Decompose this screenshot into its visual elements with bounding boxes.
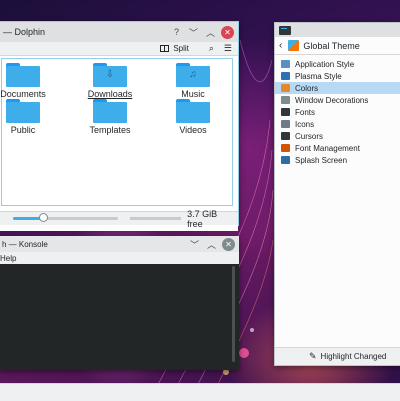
system-settings-icon [279, 25, 291, 35]
close-icon[interactable]: ✕ [221, 25, 234, 39]
settings-item-label: Application Style [295, 59, 355, 69]
cursors-icon [281, 132, 290, 140]
back-arrow-icon[interactable]: ‹ [279, 40, 282, 51]
plasma-style-icon [281, 72, 290, 80]
settings-titlebar[interactable] [275, 23, 400, 37]
splash-screen-icon [281, 156, 290, 164]
folder-public[interactable]: Public [0, 99, 58, 135]
application-style-icon [281, 60, 290, 68]
konsole-title: h — Konsole [2, 239, 48, 249]
folder-label: Music [181, 89, 205, 99]
settings-item-label: Splash Screen [295, 155, 348, 165]
settings-item-label: Font Management [295, 143, 360, 153]
colors-icon [281, 84, 290, 92]
folder-label: Downloads [87, 89, 133, 99]
folder-icon [176, 99, 210, 123]
brush-icon: ✎ [309, 351, 317, 361]
free-space-bar [130, 217, 182, 220]
window-decorations-icon [281, 96, 290, 104]
konsole-menubar: Help [0, 252, 239, 264]
folder-music[interactable]: ♫ Music [158, 63, 228, 99]
global-theme-icon [288, 40, 300, 51]
settings-item-label: Colors [295, 83, 319, 93]
download-folder-icon: ⇩ [93, 63, 127, 87]
settings-item[interactable]: Cursors [275, 130, 400, 142]
konsole-window: h — Konsole ﹀ ︿ ✕ Help [0, 236, 239, 370]
zoom-handle[interactable] [39, 213, 49, 222]
settings-item-label: Plasma Style [295, 71, 342, 81]
settings-item[interactable]: Application Style [275, 58, 400, 70]
folder-label: Documents [0, 89, 46, 99]
highlight-changed-button[interactable]: ✎ Highlight Changed [275, 347, 400, 365]
split-view-icon [160, 45, 170, 52]
folder-icon [93, 99, 127, 123]
folder-label: Templates [89, 125, 131, 135]
settings-menu: Application Style Plasma Style Colors Windo… [275, 58, 400, 166]
dolphin-toolbar: Split ⌕ ☰ [0, 42, 238, 56]
page-title: Global Theme [303, 40, 360, 51]
split-label: Split [173, 44, 189, 53]
settings-item[interactable]: Window Decorations [275, 94, 400, 106]
hamburger-menu-icon[interactable]: ☰ [224, 43, 232, 54]
terminal-scrollbar[interactable] [232, 266, 235, 362]
dolphin-statusbar: 3.7 GiB free [0, 209, 238, 229]
taskbar-panel [0, 383, 400, 401]
system-settings-window: ‹ Global Theme Application Style Plasma S… [274, 22, 400, 366]
music-folder-icon: ♫ [176, 63, 210, 87]
settings-item-label: Window Decorations [295, 95, 369, 105]
dolphin-window: — Dolphin ? ﹀ ︿ ✕ Split ⌕ ☰ Documents ⇩ … [0, 21, 239, 231]
font-management-icon [281, 144, 290, 152]
settings-item[interactable]: Font Management [275, 142, 400, 154]
settings-header: ‹ Global Theme [275, 37, 400, 55]
folder-videos[interactable]: Videos [158, 99, 228, 135]
settings-item[interactable]: Splash Screen [275, 154, 400, 166]
file-view: Documents ⇩ Downloads ♫ Music Public Tem… [0, 56, 238, 231]
maximize-icon[interactable]: ︿ [205, 238, 218, 251]
free-space-label: 3.7 GiB free [187, 208, 218, 229]
folder-icon [6, 99, 40, 123]
file-view-frame: Documents ⇩ Downloads ♫ Music Public Tem… [0, 58, 233, 206]
minimize-icon[interactable]: ﹀ [187, 26, 200, 39]
menu-help[interactable]: Help [0, 254, 16, 263]
folder-downloads[interactable]: ⇩ Downloads [75, 63, 145, 99]
settings-item-label: Icons [295, 119, 315, 129]
settings-item-label: Cursors [295, 131, 324, 141]
zoom-slider[interactable] [13, 213, 119, 222]
terminal-area[interactable] [0, 264, 239, 370]
settings-item[interactable]: Plasma Style [275, 70, 400, 82]
close-icon[interactable]: ✕ [222, 237, 235, 251]
minimize-icon[interactable]: ﹀ [188, 238, 201, 251]
fonts-icon [281, 108, 290, 116]
settings-item-label: Fonts [295, 107, 316, 117]
folder-icon [6, 63, 40, 87]
maximize-icon[interactable]: ︿ [204, 26, 217, 39]
help-icon[interactable]: ? [170, 26, 183, 39]
dolphin-title: — Dolphin [3, 27, 46, 37]
search-icon[interactable]: ⌕ [209, 43, 214, 54]
highlight-changed-label: Highlight Changed [320, 352, 387, 361]
folder-label: Videos [179, 125, 207, 135]
settings-item[interactable]: Fonts [275, 106, 400, 118]
settings-item[interactable]: Colors [275, 82, 400, 94]
folder-documents[interactable]: Documents [0, 63, 58, 99]
icons-icon [281, 120, 290, 128]
folder-label: Public [10, 125, 36, 135]
split-button[interactable]: Split [160, 44, 189, 53]
settings-item[interactable]: Icons [275, 118, 400, 130]
dolphin-titlebar[interactable]: — Dolphin ? ﹀ ︿ ✕ [0, 22, 238, 42]
konsole-titlebar[interactable]: h — Konsole ﹀ ︿ ✕ [0, 236, 239, 252]
folder-templates[interactable]: Templates [75, 99, 145, 135]
